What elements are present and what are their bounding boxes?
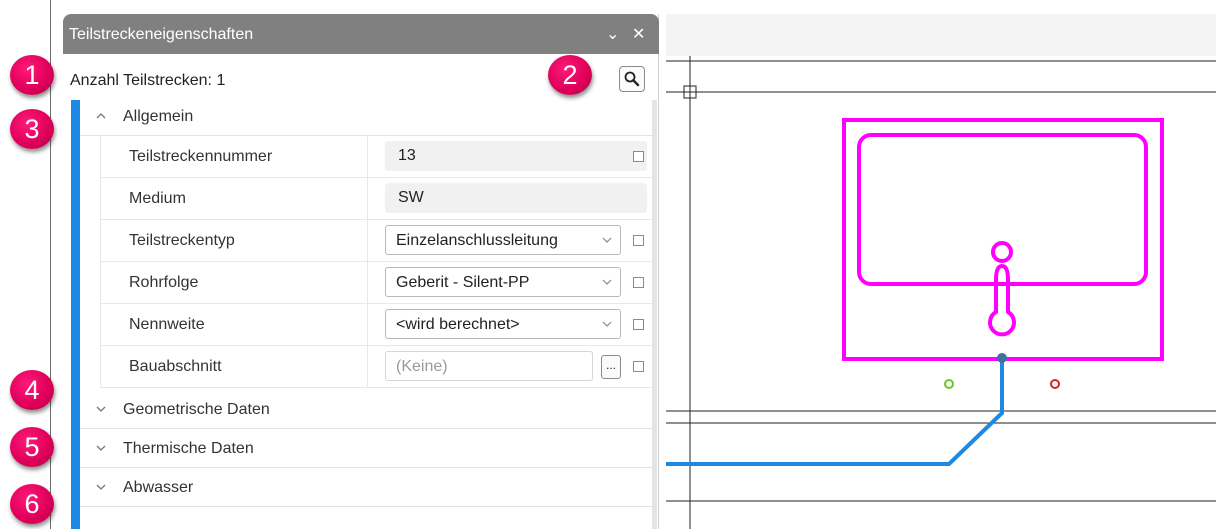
search-button[interactable]: [619, 66, 645, 92]
callout-badge-6: 6: [10, 484, 54, 524]
callout-badge-4: 4: [10, 370, 54, 410]
property-row-construction-phase: Bauabschnitt (Keine) ...: [100, 346, 652, 388]
callout-badge-2: 2: [548, 55, 592, 95]
chevron-down-icon: [602, 279, 612, 285]
section-general-header[interactable]: Allgemein: [80, 98, 652, 136]
nominal-size-value: <wird berechnet>: [396, 316, 520, 333]
chevron-down-icon: [96, 406, 106, 412]
hot-water-port-icon: [1050, 379, 1060, 389]
segment-number-field[interactable]: 13: [385, 141, 647, 171]
callout-badge-5: 5: [10, 427, 54, 467]
callout-badge-1: 1: [10, 55, 54, 95]
section-wastewater-label: Abwasser: [123, 479, 194, 496]
cold-water-port-icon: [944, 379, 954, 389]
section-general-label: Allgemein: [123, 108, 194, 125]
segment-type-checkbox[interactable]: [633, 235, 644, 246]
property-row-pipe-sequence: Rohrfolge Geberit - Silent-PP: [100, 262, 652, 304]
pipe-sequence-dropdown[interactable]: Geberit - Silent-PP: [385, 267, 621, 297]
property-label: Teilstreckentyp: [129, 232, 235, 249]
construction-phase-value: (Keine): [396, 358, 448, 375]
pipe-connection-node: [997, 353, 1007, 363]
property-row-nominal-size: Nennweite <wird berechnet>: [100, 304, 652, 346]
construction-phase-ellipsis-button[interactable]: ...: [601, 355, 621, 379]
cad-canvas: [666, 56, 1216, 529]
segment-type-dropdown[interactable]: Einzelanschlussleitung: [385, 225, 621, 255]
chevron-down-icon: [96, 445, 106, 451]
chevron-down-icon: [602, 237, 612, 243]
scrollbar[interactable]: [652, 100, 657, 529]
app-root: Teilstreckeneigenschaften ⌄ ✕ Anzahl Tei…: [0, 0, 1216, 529]
nominal-size-checkbox[interactable]: [633, 319, 644, 330]
pipe-sequence-checkbox[interactable]: [633, 277, 644, 288]
drain-keyhole: [988, 263, 1016, 337]
overflow-circle: [991, 241, 1013, 263]
section-wastewater-header[interactable]: Abwasser: [80, 469, 652, 507]
chevron-up-icon: [96, 113, 106, 119]
property-row-segment-number: Teilstreckennummer 13: [100, 136, 652, 178]
chevron-down-icon: [96, 484, 106, 490]
construction-phase-field[interactable]: (Keine): [385, 351, 593, 381]
property-row-segment-type: Teilstreckentyp Einzelanschlussleitung: [100, 220, 652, 262]
segment-count-label: Anzahl Teilstrecken: 1: [70, 72, 226, 89]
section-geometry-label: Geometrische Daten: [123, 401, 270, 418]
cad-drawing-area[interactable]: [666, 14, 1216, 529]
property-label: Nennweite: [129, 316, 205, 333]
property-row-medium: Medium SW: [100, 178, 652, 220]
medium-value: SW: [398, 189, 424, 206]
washbasin-outer: [842, 118, 1164, 361]
nominal-size-dropdown[interactable]: <wird berechnet>: [385, 309, 621, 339]
search-icon: [624, 71, 640, 87]
construction-phase-checkbox[interactable]: [633, 361, 644, 372]
segment-number-value: 13: [398, 147, 416, 164]
selection-accent-bar: [71, 100, 80, 529]
property-label: Medium: [129, 190, 186, 207]
section-thermal-label: Thermische Daten: [123, 440, 254, 457]
property-label: Bauabschnitt: [129, 358, 222, 375]
panel-titlebar: Teilstreckeneigenschaften ⌄ ✕: [63, 14, 659, 54]
property-label: Rohrfolge: [129, 274, 199, 291]
callout-badge-3: 3: [10, 109, 54, 149]
section-thermal-header[interactable]: Thermische Daten: [80, 430, 652, 468]
panel-title: Teilstreckeneigenschaften: [69, 26, 254, 43]
panel-close-icon[interactable]: ✕: [632, 24, 645, 44]
segment-number-checkbox[interactable]: [633, 151, 644, 162]
section-geometry-header[interactable]: Geometrische Daten: [80, 391, 652, 429]
medium-field[interactable]: SW: [385, 183, 647, 213]
panel-menu-chevron-icon[interactable]: ⌄: [606, 24, 619, 44]
property-label: Teilstreckennummer: [129, 148, 273, 165]
pipe-sequence-value: Geberit - Silent-PP: [396, 274, 530, 291]
chevron-down-icon: [602, 321, 612, 327]
segment-type-value: Einzelanschlussleitung: [396, 232, 558, 249]
